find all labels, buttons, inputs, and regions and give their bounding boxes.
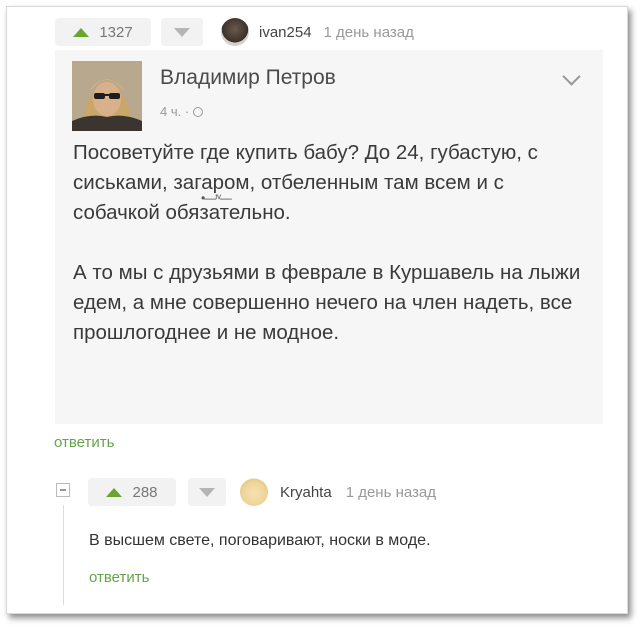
avatar[interactable] [240,478,268,506]
collapse-thread-button[interactable] [56,483,70,497]
avatar[interactable] [221,18,249,46]
downvote-button[interactable] [161,18,203,46]
thread-line[interactable] [63,505,64,605]
comment-body: В высшем свете, поговаривают, носки в мо… [89,532,431,549]
comment-username[interactable]: ivan254 [259,24,312,41]
comment-time: 1 день назад [323,23,414,41]
reply-vote-bar: 288 Kryahta 1 день назад [88,478,436,506]
post-paragraph-1: Посоветуйте где купить бабу? До 24, губа… [73,141,538,224]
downvote-arrow-icon [174,27,190,37]
post-body: Посоветуйте где купить бабу? До 24, губа… [73,138,593,378]
top-comment-vote-bar: 1327 ivan254 1 день назад [55,18,414,46]
vote-count: 1327 [99,23,133,41]
post-author-name[interactable]: Владимир Петров [160,66,336,90]
chevron-down-icon[interactable] [562,67,581,86]
comment-time: 1 день назад [345,483,437,501]
upvote-button[interactable]: 288 [88,478,176,506]
post-meta: 4 ч. · [160,104,203,119]
reply-link[interactable]: ответить [89,569,149,586]
emoticon: •—ʳᵛ— [201,191,232,205]
comment-username[interactable]: Kryahta [280,484,332,501]
globe-icon [192,107,203,117]
post-time: 4 ч. · [160,104,193,119]
post-author-avatar [72,61,142,131]
upvote-arrow-icon [73,27,90,37]
downvote-arrow-icon [199,487,215,497]
upvote-arrow-icon [106,487,123,497]
person-photo-icon [72,61,142,131]
downvote-button[interactable] [188,478,226,506]
vote-count: 288 [132,483,158,501]
reply-link[interactable]: ответить [54,434,114,451]
upvote-button[interactable]: 1327 [55,18,151,46]
post-paragraph-2: А то мы с друзьями в феврале в Куршавель… [73,261,581,344]
embedded-post: Владимир Петров 4 ч. · Посоветуйте где к… [55,50,603,424]
